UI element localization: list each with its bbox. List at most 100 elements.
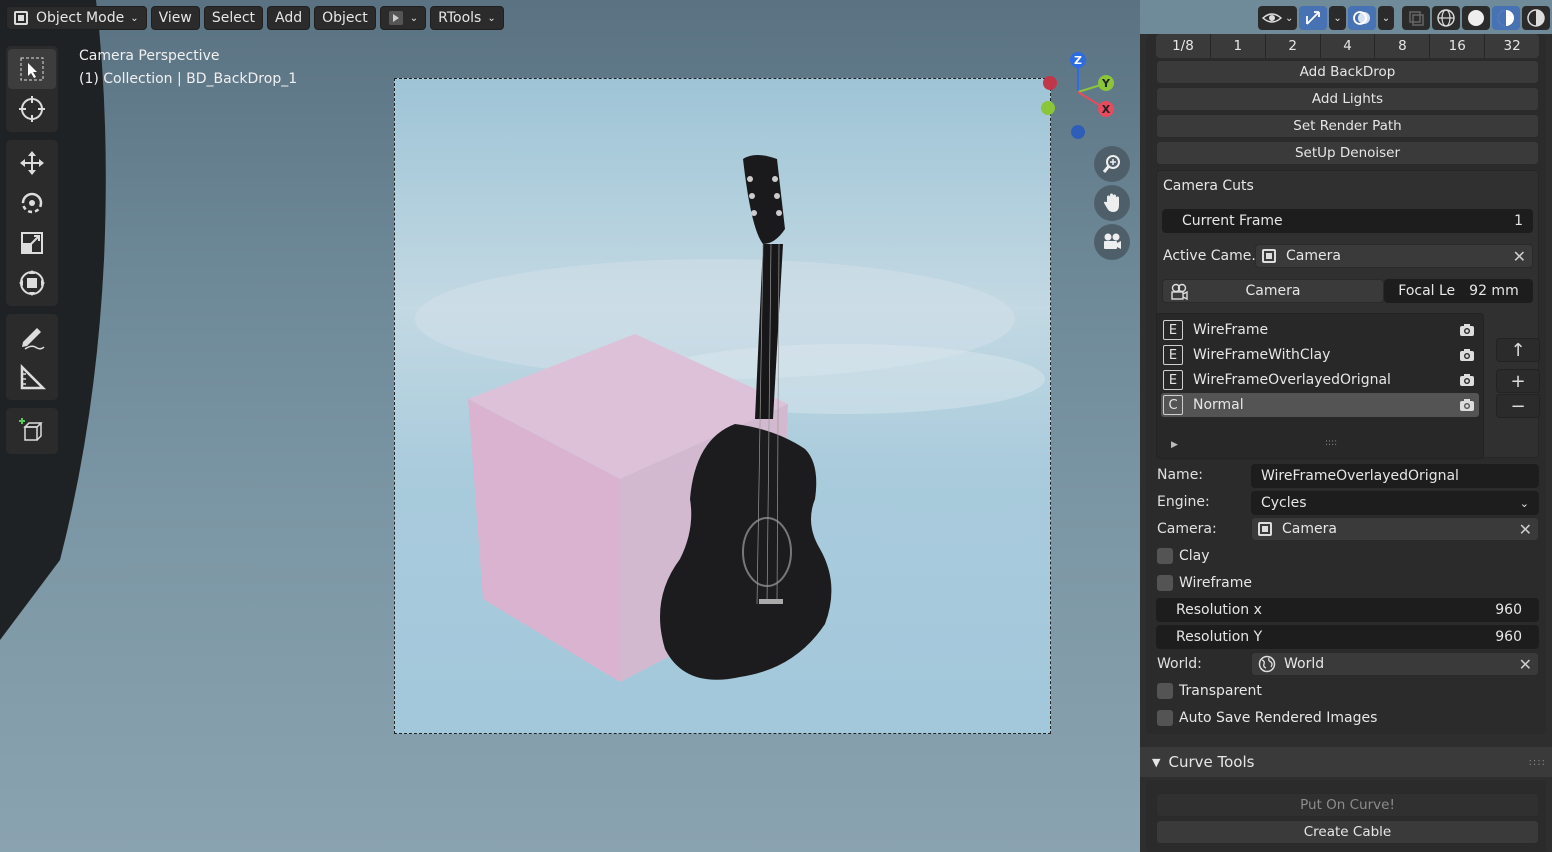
xray-toggle[interactable]	[1402, 6, 1431, 30]
expand-filter-icon[interactable]: ▶	[1171, 440, 1178, 450]
move-tool[interactable]	[8, 143, 56, 183]
auto-save-checkbox[interactable]: Auto Save Rendered Images	[1157, 710, 1377, 726]
res-div-button[interactable]: 8	[1375, 34, 1431, 58]
neg-z-axis-handle[interactable]	[1071, 125, 1085, 139]
move-up-button[interactable]: ↑	[1496, 338, 1540, 362]
create-cable-button[interactable]: Create Cable	[1156, 820, 1539, 844]
gizmo-toggle[interactable]	[1299, 6, 1328, 30]
engine-badge: E	[1163, 320, 1183, 340]
list-item[interactable]: E WireFrameOverlayedOrignal	[1161, 368, 1479, 392]
engine-dropdown[interactable]: Cycles ⌄	[1251, 491, 1539, 515]
camera-rig-icon	[1171, 283, 1188, 301]
checkbox-box[interactable]	[1157, 683, 1173, 699]
camera-label: Camera:	[1157, 521, 1217, 537]
add-item-button[interactable]: +	[1496, 369, 1540, 393]
render-camera-icon[interactable]	[1459, 397, 1475, 413]
viewport-shading-controls: ⌄ ⌄ ⌄	[1258, 6, 1551, 30]
add-backdrop-button[interactable]: Add BackDrop	[1156, 60, 1539, 84]
render-camera-icon[interactable]	[1459, 322, 1475, 338]
material-shading-button[interactable]	[1492, 6, 1521, 30]
camera-field[interactable]: Camera ✕	[1251, 517, 1539, 541]
overlays-dropdown[interactable]: ⌄	[1377, 6, 1395, 30]
checkbox-box[interactable]	[1157, 548, 1173, 564]
active-camera-field[interactable]: Camera ✕	[1255, 244, 1533, 268]
clay-label: Clay	[1179, 548, 1210, 564]
list-item-selected[interactable]: C Normal	[1161, 393, 1479, 417]
transparent-checkbox[interactable]: Transparent	[1157, 683, 1262, 699]
solid-shading-button[interactable]	[1462, 6, 1491, 30]
list-item[interactable]: E WireFrameWithClay	[1161, 343, 1479, 367]
pan-button[interactable]	[1094, 185, 1130, 221]
rendered-shading-button[interactable]	[1522, 6, 1551, 30]
cursor-tool[interactable]	[8, 89, 56, 129]
checkbox-box[interactable]	[1157, 710, 1173, 726]
select-menu[interactable]: Select	[203, 6, 264, 30]
checkbox-box[interactable]	[1157, 575, 1173, 591]
put-on-curve-button[interactable]: Put On Curve!	[1156, 793, 1539, 817]
render-camera-icon[interactable]	[1459, 372, 1475, 388]
zoom-button[interactable]	[1094, 146, 1130, 182]
navigation-gizmo[interactable]: Z Y X	[1036, 46, 1126, 146]
list-item[interactable]: E WireFrame	[1161, 318, 1479, 342]
gizmo-dropdown[interactable]: ⌄	[1329, 6, 1346, 30]
remove-item-button[interactable]: −	[1496, 394, 1540, 418]
resolution-y-label: Resolution Y	[1176, 629, 1263, 645]
focal-length-label: Focal Le	[1398, 283, 1456, 299]
focal-length-field[interactable]: Focal Le 92 mm	[1384, 279, 1533, 303]
solid-sphere-icon	[1468, 10, 1485, 26]
curve-tools-header[interactable]: ▼ Curve Tools ::::	[1140, 747, 1552, 777]
object-menu[interactable]: Object	[314, 6, 376, 30]
resolution-x-field[interactable]: Resolution x 960	[1156, 598, 1539, 622]
res-div-button[interactable]: 2	[1265, 34, 1321, 58]
add-menu[interactable]: Add	[267, 6, 311, 30]
resolution-y-field[interactable]: Resolution Y 960	[1156, 625, 1539, 649]
transform-pivot-dropdown[interactable]: ⌄	[379, 6, 427, 30]
drag-handle-icon[interactable]: ::::	[1529, 757, 1546, 768]
clear-icon[interactable]: ✕	[1513, 247, 1526, 266]
cursor-icon	[19, 96, 45, 122]
rtools-menu[interactable]: RTools ⌄	[430, 6, 504, 30]
res-div-button[interactable]: 1/8	[1156, 34, 1211, 58]
res-div-button[interactable]: 1	[1210, 34, 1266, 58]
neg-y-axis-handle[interactable]	[1041, 101, 1055, 115]
add-lights-button[interactable]: Add Lights	[1156, 87, 1539, 111]
current-frame-field[interactable]: Current Frame 1	[1162, 209, 1533, 233]
resize-grip-icon[interactable]: ::::	[1325, 438, 1337, 448]
list-item-name: WireFrameOverlayedOrignal	[1193, 372, 1391, 388]
name-field[interactable]: WireFrameOverlayedOrignal	[1251, 464, 1539, 488]
wireframe-shading-button[interactable]	[1432, 6, 1461, 30]
3d-viewport[interactable]: Object Mode ⌄ View Select Add Object ⌄ R…	[0, 0, 1140, 852]
clear-icon[interactable]: ✕	[1519, 520, 1532, 539]
view-menu[interactable]: View	[150, 6, 200, 30]
measure-tool[interactable]	[8, 357, 56, 397]
camera-select-button[interactable]: Camera	[1162, 279, 1384, 303]
minus-icon: −	[1510, 395, 1526, 417]
world-field[interactable]: World ✕	[1251, 652, 1539, 676]
clear-icon[interactable]: ✕	[1519, 655, 1532, 674]
tool-shelf	[6, 46, 58, 462]
annotate-tool[interactable]	[8, 317, 56, 357]
active-camera-value: Camera	[1286, 248, 1341, 264]
render-camera-icon[interactable]	[1459, 347, 1475, 363]
scale-tool[interactable]	[8, 223, 56, 263]
neg-x-axis-handle[interactable]	[1043, 76, 1057, 90]
render-settings-list[interactable]: E WireFrame E WireFrameWithClay E WireFr…	[1156, 313, 1484, 459]
collapse-arrow-icon: ▼	[1152, 755, 1161, 769]
mode-dropdown[interactable]: Object Mode ⌄	[6, 6, 147, 30]
rotate-tool[interactable]	[8, 183, 56, 223]
setup-denoiser-button[interactable]: SetUp Denoiser	[1156, 141, 1539, 165]
res-div-button[interactable]: 16	[1430, 34, 1486, 58]
clay-checkbox[interactable]: Clay	[1157, 548, 1210, 564]
camera-cuts-title: Camera Cuts	[1163, 178, 1254, 194]
transform-tool[interactable]	[8, 263, 56, 303]
visibility-dropdown[interactable]: ⌄	[1258, 6, 1298, 30]
select-box-tool[interactable]	[8, 49, 56, 89]
set-render-path-button[interactable]: Set Render Path	[1156, 114, 1539, 138]
wireframe-checkbox[interactable]: Wireframe	[1157, 575, 1252, 591]
camera-view-button[interactable]	[1094, 224, 1130, 260]
res-div-button[interactable]: 4	[1320, 34, 1376, 58]
res-div-button[interactable]: 32	[1485, 34, 1540, 58]
overlays-toggle[interactable]	[1347, 6, 1376, 30]
add-cube-tool[interactable]	[8, 411, 56, 451]
resolution-y-value: 960	[1495, 629, 1522, 645]
